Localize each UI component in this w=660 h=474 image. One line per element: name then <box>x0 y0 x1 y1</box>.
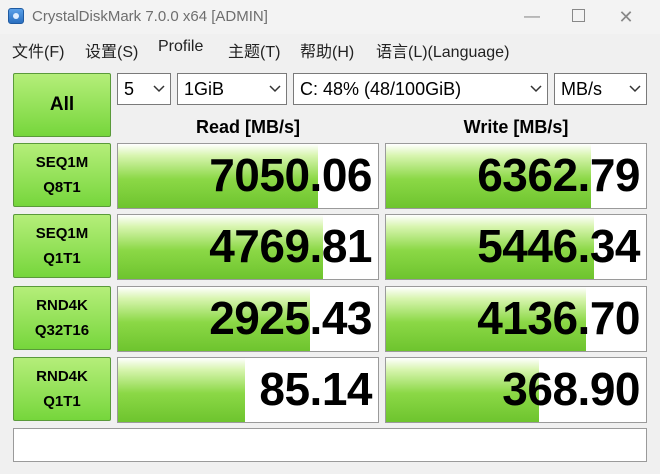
chevron-down-icon <box>153 85 165 93</box>
write-result-seq1m-q8t1: 6362.79 <box>385 143 647 209</box>
write-result-rnd4k-q1t1: 368.90 <box>385 357 647 423</box>
comment-field[interactable] <box>13 428 647 462</box>
menu-file[interactable]: 文件(F) <box>12 38 64 62</box>
menu-profile[interactable]: Profile <box>158 38 203 56</box>
seq1m-q8t1-button[interactable]: SEQ1M Q8T1 <box>13 143 111 207</box>
read-result-seq1m-q8t1: 7050.06 <box>117 143 379 209</box>
test-label-line2: Q1T1 <box>43 250 81 267</box>
menu-help[interactable]: 帮助(H) <box>300 38 354 62</box>
minimize-button[interactable]: — <box>510 0 554 34</box>
test-label-line1: SEQ1M <box>35 225 89 242</box>
test-label-line2: Q32T16 <box>34 322 90 339</box>
read-result-rnd4k-q1t1: 85.14 <box>117 357 379 423</box>
read-result-seq1m-q1t1: 4769.81 <box>117 214 379 280</box>
read-result-rnd4k-q32t16: 2925.43 <box>117 286 379 352</box>
read-header: Read [MB/s] <box>195 117 300 137</box>
read-value: 2925.43 <box>209 292 372 344</box>
read-value: 7050.06 <box>209 149 372 201</box>
rnd4k-q1t1-button[interactable]: RND4K Q1T1 <box>13 357 111 421</box>
write-value: 368.90 <box>502 363 640 415</box>
app-icon <box>8 8 24 24</box>
rnd4k-q32t16-button[interactable]: RND4K Q32T16 <box>13 286 111 350</box>
menu-language[interactable]: 语言(L)(Language) <box>376 38 509 62</box>
chevron-down-icon <box>530 85 542 93</box>
close-button[interactable]: ✕ <box>604 0 648 34</box>
write-header: Write [MB/s] <box>463 117 569 137</box>
write-value: 5446.34 <box>477 220 640 272</box>
test-label-line1: SEQ1M <box>35 154 89 171</box>
menu-theme[interactable]: 主题(T) <box>228 38 280 62</box>
drive-select[interactable]: C: 48% (48/100GiB) <box>293 73 548 105</box>
test-label-line2: Q8T1 <box>43 179 81 196</box>
unit-select[interactable]: MB/s <box>554 73 647 105</box>
test-label-line1: RND4K <box>36 368 88 385</box>
maximize-icon <box>571 8 585 22</box>
write-result-rnd4k-q32t16: 4136.70 <box>385 286 647 352</box>
write-value: 6362.79 <box>477 149 640 201</box>
test-label-line1: RND4K <box>36 297 88 314</box>
read-bar <box>118 358 246 422</box>
test-size-value: 1GiB <box>184 79 225 99</box>
write-value: 4136.70 <box>477 292 640 344</box>
all-button[interactable]: All <box>13 73 111 137</box>
read-value: 85.14 <box>259 363 372 415</box>
unit-value: MB/s <box>561 79 603 99</box>
drive-value: C: 48% (48/100GiB) <box>300 79 462 99</box>
seq1m-q1t1-button[interactable]: SEQ1M Q1T1 <box>13 214 111 278</box>
test-count-select[interactable]: 5 <box>117 73 171 105</box>
menu-settings[interactable]: 设置(S) <box>85 38 138 62</box>
test-count-value: 5 <box>124 79 135 99</box>
menu-bar: 文件(F) 设置(S) Profile 主题(T) 帮助(H) 语言(L)(La… <box>0 34 660 62</box>
maximize-button[interactable] <box>556 0 600 34</box>
read-value: 4769.81 <box>209 220 372 272</box>
chevron-down-icon <box>269 85 281 93</box>
test-size-select[interactable]: 1GiB <box>177 73 287 105</box>
chevron-down-icon <box>629 85 641 93</box>
window-title: CrystalDiskMark 7.0.0 x64 [ADMIN] <box>32 8 268 25</box>
title-bar: CrystalDiskMark 7.0.0 x64 [ADMIN] — ✕ <box>0 0 660 34</box>
write-result-seq1m-q1t1: 5446.34 <box>385 214 647 280</box>
test-label-line2: Q1T1 <box>43 393 81 410</box>
